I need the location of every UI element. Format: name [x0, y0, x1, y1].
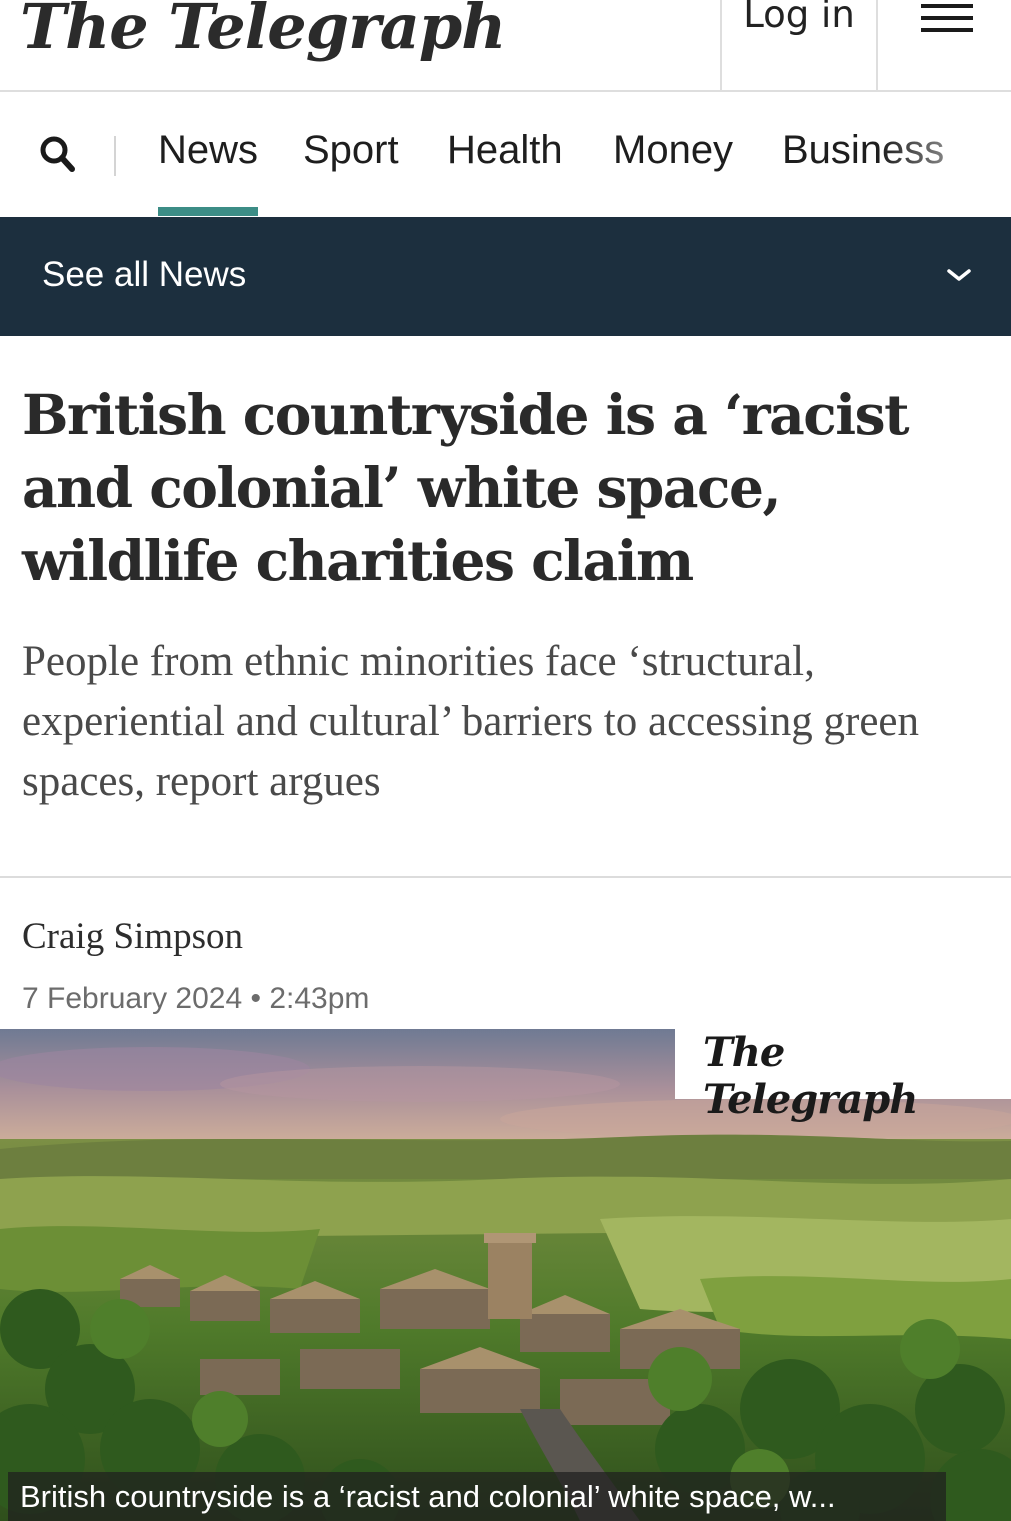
nav-divider [114, 136, 116, 176]
image-watermark: The Telegraph [675, 1029, 1011, 1123]
login-button[interactable]: Log in [720, 0, 878, 90]
menu-bar [921, 16, 973, 20]
masthead: The Telegraph Log in [0, 0, 1011, 92]
author-name[interactable]: Craig Simpson [22, 915, 243, 958]
section-dropdown-label: See all News [42, 255, 247, 294]
section-dropdown[interactable]: See all News [0, 217, 1011, 336]
nav-item-news[interactable]: News [158, 128, 259, 216]
article-standfirst: People from ethnic minorities face ‘stru… [22, 638, 919, 805]
publish-time: 2:43pm [269, 982, 370, 1015]
primary-nav: News Sport Health Money Business [0, 92, 1011, 217]
watermark-logo: The Telegraph [703, 1029, 918, 1123]
article-headline: British countryside is a ‘racist and col… [22, 382, 910, 593]
dateline-separator: • [250, 982, 261, 1015]
nav-item-health[interactable]: Health [447, 128, 563, 173]
nav-item-money[interactable]: Money [613, 128, 733, 173]
menu-bar [921, 28, 973, 32]
hamburger-menu-icon[interactable] [921, 4, 973, 34]
search-icon[interactable] [38, 134, 78, 174]
nav-scroll-fade [880, 92, 1011, 217]
divider [0, 876, 1011, 878]
nav-item-sport[interactable]: Sport [303, 128, 399, 173]
publish-dateline: 7 February 2024 • 2:43pm [22, 982, 369, 1016]
telegraph-logo[interactable]: The Telegraph [20, 0, 506, 63]
publish-date: 7 February 2024 [22, 982, 243, 1015]
chevron-down-icon [946, 267, 972, 283]
menu-bar [921, 4, 973, 8]
image-caption: British countryside is a ‘racist and col… [8, 1472, 946, 1521]
